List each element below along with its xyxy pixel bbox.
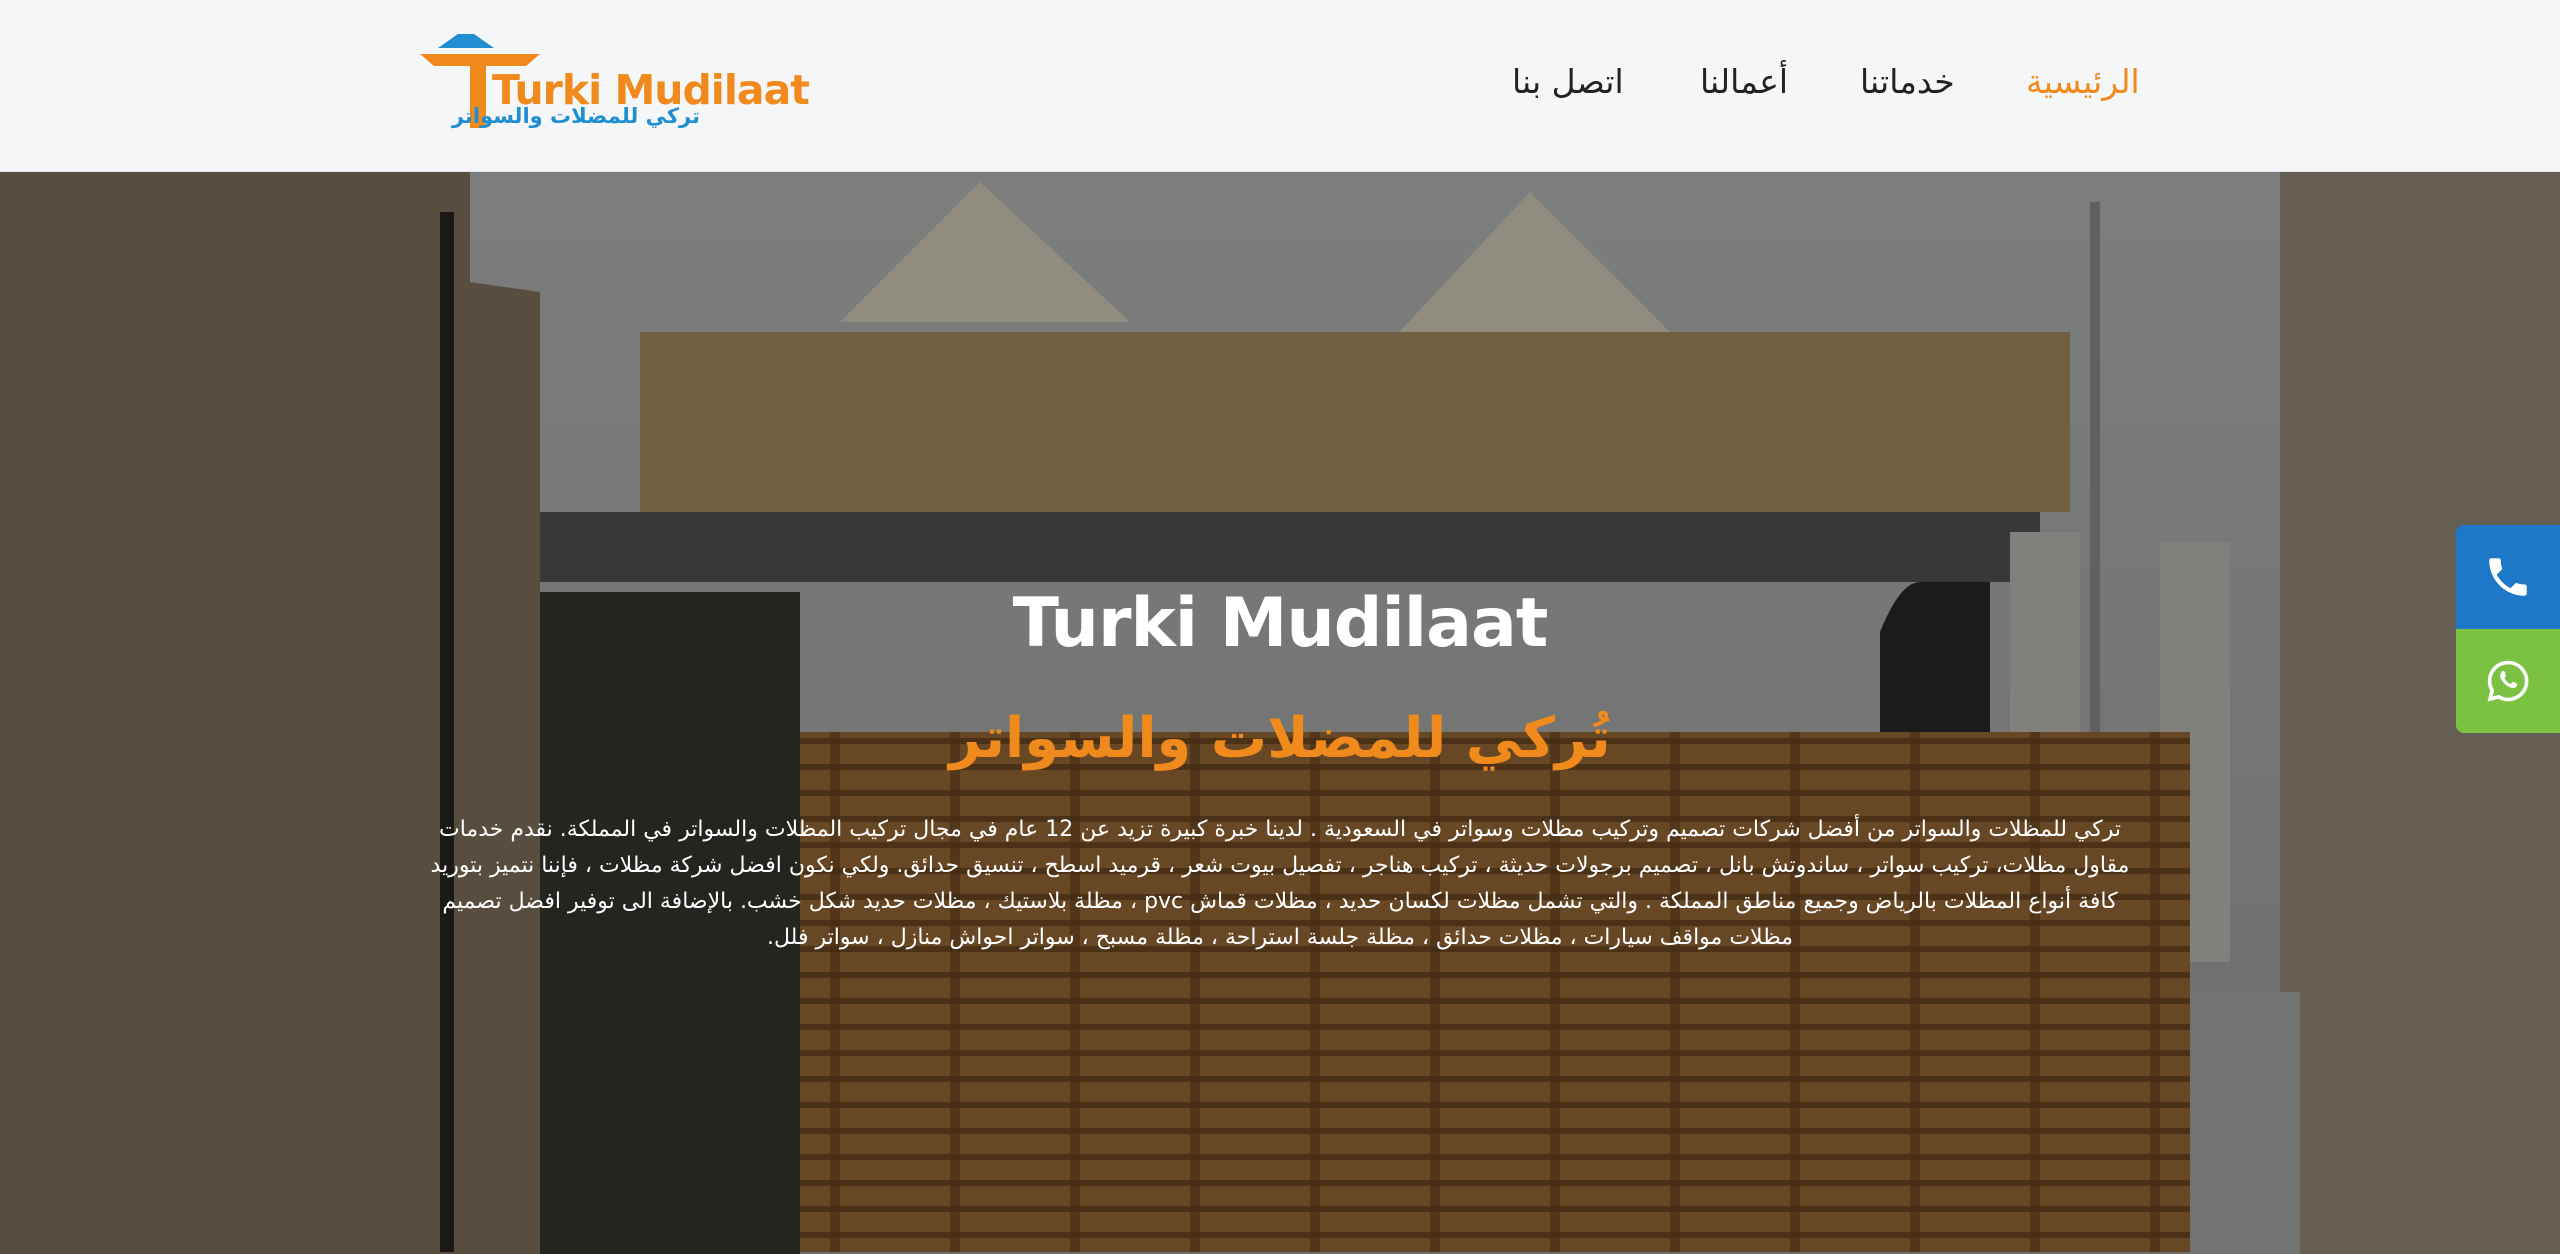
hero-section: Turki Mudilaat تُركي للمضلات والسواتر تر… xyxy=(0,172,2560,1254)
whatsapp-button[interactable] xyxy=(2456,629,2560,733)
whatsapp-icon xyxy=(2487,660,2529,702)
hero-title: Turki Mudilaat xyxy=(1012,584,1549,663)
hero-subtitle: تُركي للمضلات والسواتر xyxy=(949,706,1611,771)
hero-description: تركي للمظلات والسواتر من أفضل شركات تصمي… xyxy=(430,817,2130,950)
nav-item-works[interactable]: أعمالنا xyxy=(1700,62,1788,101)
call-button[interactable] xyxy=(2456,525,2560,629)
phone-icon xyxy=(2489,558,2527,596)
site-header: Turki Mudilaat تركي للمضلات والسواتر الر… xyxy=(0,0,2560,172)
nav-item-contact[interactable]: اتصل بنا xyxy=(1512,62,1624,101)
site-logo[interactable]: Turki Mudilaat تركي للمضلات والسواتر xyxy=(418,32,810,132)
logo-text-ar: تركي للمضلات والسواتر xyxy=(451,104,700,128)
nav-item-home[interactable]: الرئيسية xyxy=(2026,62,2140,101)
nav-item-services[interactable]: خدماتنا xyxy=(1860,62,1955,101)
